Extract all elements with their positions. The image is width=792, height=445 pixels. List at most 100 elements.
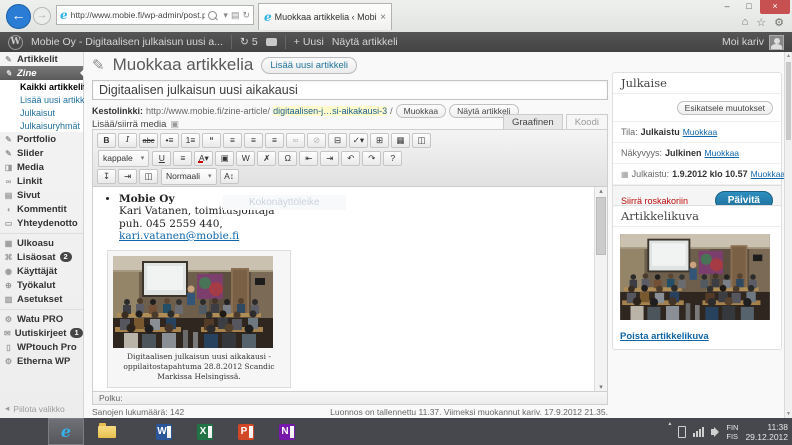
add-new-post-button[interactable]: Lisää uusi artikkeli <box>261 57 357 74</box>
sidebar-item-media[interactable]: ◨ Media <box>0 160 83 174</box>
bold-button[interactable]: B <box>97 133 116 148</box>
search-icon[interactable] <box>208 11 217 20</box>
network-signal-icon[interactable] <box>693 427 704 437</box>
settings-gear-icon[interactable]: ⚙ <box>774 16 784 29</box>
bullet-list-button[interactable]: •≡ <box>160 133 179 148</box>
sidebar-item-yhteydenotto[interactable]: ▭ Yhteydenotto <box>0 216 83 230</box>
scroll-up-icon[interactable]: ▴ <box>595 187 607 195</box>
refresh-icon[interactable]: ↻ <box>242 10 250 21</box>
spellcheck-button[interactable]: ✓▾ <box>349 133 368 148</box>
kitchen-sink-button[interactable]: ▦ <box>391 133 410 148</box>
wordpress-logo-icon[interactable]: W <box>8 35 23 50</box>
sidebar-item-wptouch-pro[interactable]: ▯ WPtouch Pro <box>0 340 83 354</box>
scrollbar-thumb[interactable] <box>596 197 606 255</box>
columns-button[interactable]: ◫ <box>139 169 158 184</box>
sidebar-item-uutiskirjeet[interactable]: ✉ Uutiskirjeet 1 <box>0 326 83 340</box>
indent-button[interactable]: ⇥ <box>320 151 339 166</box>
featured-panel-title[interactable]: Artikkelikuva <box>613 206 781 227</box>
url-text[interactable]: http://www.mobie.fi/wp-admin/post.php?ac… <box>71 10 206 20</box>
sidebar-item-slider[interactable]: ✎ Slider <box>0 146 83 160</box>
taskbar-word[interactable]: W <box>146 418 182 445</box>
style-select[interactable]: Normaali ▾ <box>161 168 217 185</box>
tab-close-icon[interactable]: × <box>380 12 386 23</box>
device-icon[interactable] <box>678 426 686 438</box>
clock[interactable]: 11:38 29.12.2012 <box>745 422 788 442</box>
remove-featured-image-link[interactable]: Poista artikkelikuva <box>620 331 774 342</box>
browser-back-button[interactable]: ← <box>6 4 31 29</box>
more-tag-button[interactable]: ⊟ <box>328 133 347 148</box>
taskbar-onenote[interactable]: N <box>269 418 305 445</box>
scroll-up-icon[interactable]: ▲ <box>785 53 792 59</box>
unlink-button[interactable]: ⊘ <box>307 133 326 148</box>
edit-date-link[interactable]: Muokkaa <box>751 169 786 179</box>
italic-button[interactable]: I <box>118 133 137 148</box>
blockquote-button[interactable]: “ <box>202 133 221 148</box>
sidebar-item-sivut[interactable]: ▤ Sivut <box>0 188 83 202</box>
justify-button[interactable]: ≡ <box>173 151 192 166</box>
help-button[interactable]: ? <box>383 151 402 166</box>
volume-icon[interactable] <box>711 429 715 435</box>
link-button[interactable]: ∞ <box>286 133 305 148</box>
paste-word-button[interactable]: W <box>236 151 255 166</box>
special-char-button[interactable]: Ω <box>278 151 297 166</box>
preview-changes-button[interactable]: Esikatsele muutokset <box>677 101 773 115</box>
home-icon[interactable]: ⌂ <box>742 16 749 29</box>
embed-button[interactable]: ◫ <box>412 133 431 148</box>
sidebar-item[interactable] <box>0 309 83 310</box>
admin-bar-updates[interactable]: ↻ 5 <box>240 36 258 48</box>
tab-code[interactable]: Koodi <box>566 114 608 130</box>
publish-panel-title[interactable]: Julkaise <box>613 73 781 94</box>
sidebar-item-tyokalut[interactable]: ⊕ Työkalut <box>0 278 83 292</box>
sidebar-item-asetukset[interactable]: ▥ Asetukset <box>0 292 83 306</box>
move-to-trash-link[interactable]: Siirrä roskakoriin <box>621 196 688 206</box>
sidebar-subitem-julkaisut[interactable]: Julkaisut <box>0 106 83 119</box>
favorites-star-icon[interactable]: ☆ <box>756 16 766 29</box>
admin-bar-view-post[interactable]: Näytä artikkeli <box>332 36 398 48</box>
strikethrough-button[interactable]: abc <box>139 133 158 148</box>
sidebar-item-artikkelit[interactable]: ✎ Artikkelit <box>0 52 83 66</box>
tab-visual[interactable]: Graafinen <box>503 114 563 130</box>
page-scrollbar[interactable]: ▲ ▼ <box>784 52 792 418</box>
taskbar-file-explorer[interactable] <box>89 418 125 445</box>
edit-visibility-link[interactable]: Muokkaa <box>705 148 740 158</box>
scrollbar-thumb[interactable] <box>786 62 791 140</box>
sidebar-item-kommentit[interactable]: ◖ Kommentit <box>0 202 83 216</box>
sidebar-item-zine[interactable]: ✎ Zine <box>0 66 83 80</box>
browser-tab[interactable]: e Muokkaa artikkelia ‹ Mobie ... × <box>258 3 392 30</box>
content-image-block[interactable]: Digitaalisen julkaisun uusi aikakausi -o… <box>107 250 291 388</box>
sidebar-subitem-lisaa-uusi-artikkeli[interactable]: Lisää uusi artikkeli <box>0 93 83 106</box>
address-bar[interactable]: e http://www.mobie.fi/wp-admin/post.php?… <box>56 5 254 25</box>
compatibility-icon[interactable]: ▤ <box>231 10 240 21</box>
fullscreen-button[interactable]: ⊞ <box>370 133 389 148</box>
sidebar-subitem-julkaisuryhmat[interactable]: Julkaisuryhmät <box>0 119 83 132</box>
admin-bar-comments[interactable] <box>266 38 277 46</box>
admin-bar-site-name[interactable]: Mobie Oy - Digitaalisen julkaisun uusi a… <box>31 36 223 48</box>
maximize-button[interactable]: □ <box>738 0 760 14</box>
font-size-button[interactable]: A↕ <box>220 169 239 184</box>
numbered-list-button[interactable]: 1≡ <box>181 133 200 148</box>
scroll-down-icon[interactable]: ▼ <box>785 411 792 417</box>
paste-text-button[interactable]: ▣ <box>215 151 234 166</box>
browser-forward-button[interactable]: → <box>33 7 51 25</box>
redo-button[interactable]: ↷ <box>362 151 381 166</box>
sidebar-item-lisaosat[interactable]: ⌘ Lisäosat 2 <box>0 250 83 264</box>
text-color-button[interactable]: A▾ <box>194 151 213 166</box>
collapse-menu[interactable]: ◂ Piilota valikko <box>0 401 70 416</box>
sidebar-item-kayttajat[interactable]: ◉ Käyttäjät <box>0 264 83 278</box>
content-email-link[interactable]: kari.vatanen@mobie.fi <box>119 230 239 242</box>
align-center-button[interactable]: ≡ <box>244 133 263 148</box>
admin-bar-new[interactable]: + Uusi <box>294 36 324 48</box>
editor-content[interactable]: Kokonäyttöleike Mobie Oy Kari Vatanen, t… <box>93 187 607 391</box>
sidebar-item-ulkoasu[interactable]: ▦ Ulkoasu <box>0 236 83 250</box>
page-break-button[interactable]: ⇥ <box>118 169 137 184</box>
sidebar-item-portfolio[interactable]: ✎ Portfolio <box>0 132 83 146</box>
format-select[interactable]: kappale ▾ <box>98 150 149 167</box>
featured-image[interactable] <box>620 234 770 320</box>
taskbar-powerpoint[interactable]: P <box>228 418 264 445</box>
scroll-down-icon[interactable]: ▾ <box>595 383 607 391</box>
remove-format-button[interactable]: ✗ <box>257 151 276 166</box>
undo-button[interactable]: ↶ <box>341 151 360 166</box>
admin-bar-greeting[interactable]: Moi kariv <box>722 36 764 48</box>
sidebar-item-linkit[interactable]: ∞ Linkit <box>0 174 83 188</box>
post-title-input[interactable] <box>92 80 608 100</box>
